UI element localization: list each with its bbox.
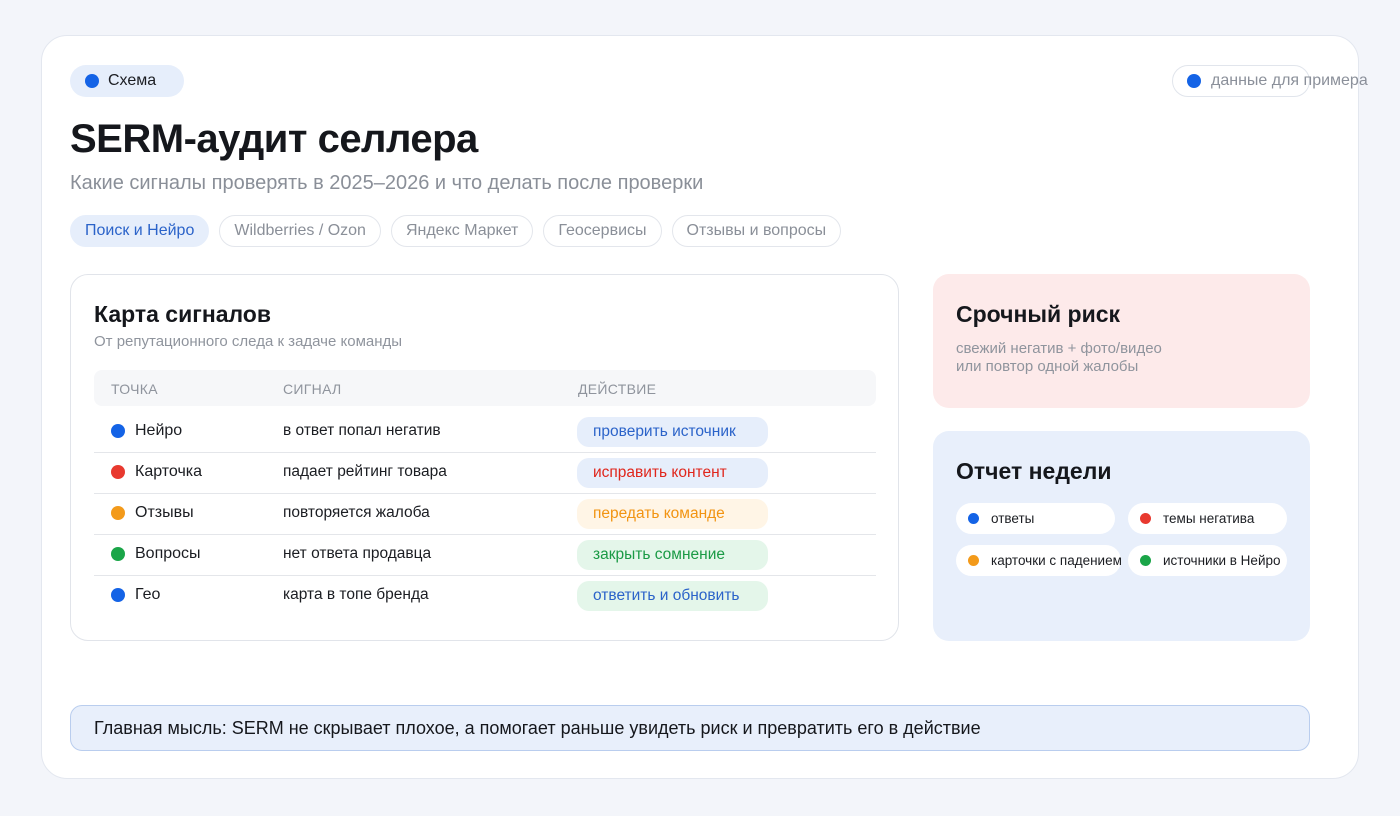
page-subtitle: Какие сигналы проверять в 2025–2026 и чт…	[70, 172, 704, 194]
action-tag[interactable]: закрыть сомнение	[577, 540, 768, 570]
status-dot-icon	[111, 547, 125, 561]
tab-geoservices[interactable]: Геосервисы	[543, 215, 662, 247]
schema-badge-label: Схема	[108, 72, 157, 89]
column-header-point: ТОЧКА	[111, 381, 158, 397]
status-dot-icon	[111, 424, 125, 438]
page-title: SERM-аудит селлера	[70, 117, 478, 161]
action-tag[interactable]: проверить источник	[577, 417, 768, 447]
signal-text: карта в топе бренда	[283, 586, 429, 603]
point-label: Нейро	[135, 422, 183, 439]
point-label: Отзывы	[135, 504, 194, 521]
chip-label: темы негатива	[1163, 511, 1255, 526]
schema-badge: Схема	[70, 65, 184, 97]
signal-text: повторяется жалоба	[283, 504, 430, 521]
signal-text: падает рейтинг товара	[283, 463, 447, 480]
point-label: Гео	[135, 586, 161, 603]
urgent-risk-text: свежий негатив + фото/видео или повтор о…	[956, 340, 1256, 376]
example-data-badge: данные для примера	[1172, 65, 1368, 97]
dot-icon	[968, 513, 979, 524]
tab-reviews-questions[interactable]: Отзывы и вопросы	[671, 215, 842, 247]
dot-icon	[85, 74, 99, 88]
signal-map-panel: Карта сигналов От репутационного следа к…	[70, 274, 899, 641]
status-dot-icon	[111, 588, 125, 602]
dot-icon	[968, 555, 979, 566]
point-label: Карточка	[135, 463, 203, 480]
action-tag[interactable]: ответить и обновить	[577, 581, 768, 611]
tab-search-neuro[interactable]: Поиск и Нейро	[70, 215, 210, 247]
tab-wildberries-ozon[interactable]: Wildberries / Ozon	[219, 215, 381, 247]
signal-table-body: Нейро в ответ попал негатив проверить ис…	[94, 412, 876, 617]
action-tag[interactable]: передать команде	[577, 499, 768, 529]
urgent-risk-panel: Срочный риск свежий негатив + фото/видео…	[933, 274, 1310, 408]
action-tag[interactable]: исправить контент	[577, 458, 768, 488]
column-header-signal: СИГНАЛ	[283, 381, 342, 397]
point-label: Вопросы	[135, 545, 201, 562]
table-row: Вопросы нет ответа продавца закрыть сомн…	[94, 535, 876, 576]
report-chip[interactable]: карточки с падением	[956, 545, 1122, 576]
chip-label: источники в Нейро	[1163, 553, 1281, 568]
signal-map-subtitle: От репутационного следа к задаче команды	[94, 333, 403, 350]
report-chip[interactable]: темы негатива	[1128, 503, 1287, 534]
signal-map-title: Карта сигналов	[94, 301, 271, 327]
tab-yandex-market[interactable]: Яндекс Маркет	[390, 215, 534, 247]
column-header-action: ДЕЙСТВИЕ	[578, 381, 657, 397]
urgent-risk-line-2: или повтор одной жалобы	[956, 358, 1139, 375]
weekly-report-panel: Отчет недели ответы темы негатива карточ…	[933, 431, 1310, 641]
table-header: ТОЧКА СИГНАЛ ДЕЙСТВИЕ	[94, 370, 876, 406]
table-row: Отзывы повторяется жалоба передать коман…	[94, 494, 876, 535]
signal-text: нет ответа продавца	[283, 545, 432, 562]
table-row: Карточка падает рейтинг товара исправить…	[94, 453, 876, 494]
dot-icon	[1187, 74, 1201, 88]
weekly-report-title: Отчет недели	[956, 458, 1112, 484]
chip-label: ответы	[991, 511, 1035, 526]
urgent-risk-line-1: свежий негатив + фото/видео	[956, 340, 1162, 357]
status-dot-icon	[111, 465, 125, 479]
example-data-label: данные для примера	[1211, 72, 1368, 89]
status-dot-icon	[111, 506, 125, 520]
chip-label: карточки с падением	[991, 553, 1122, 568]
main-thought-banner: Главная мысль: SERM не скрывает плохое, …	[70, 705, 1310, 751]
report-chip[interactable]: ответы	[956, 503, 1115, 534]
table-row: Нейро в ответ попал негатив проверить ис…	[94, 412, 876, 453]
table-row: Гео карта в топе бренда ответить и обнов…	[94, 576, 876, 617]
signal-text: в ответ попал негатив	[283, 422, 441, 439]
dot-icon	[1140, 513, 1151, 524]
report-chip[interactable]: источники в Нейро	[1128, 545, 1287, 576]
tab-bar: Поиск и Нейро Wildberries / Ozon Яндекс …	[70, 215, 842, 247]
urgent-risk-title: Срочный риск	[956, 301, 1121, 327]
dot-icon	[1140, 555, 1151, 566]
